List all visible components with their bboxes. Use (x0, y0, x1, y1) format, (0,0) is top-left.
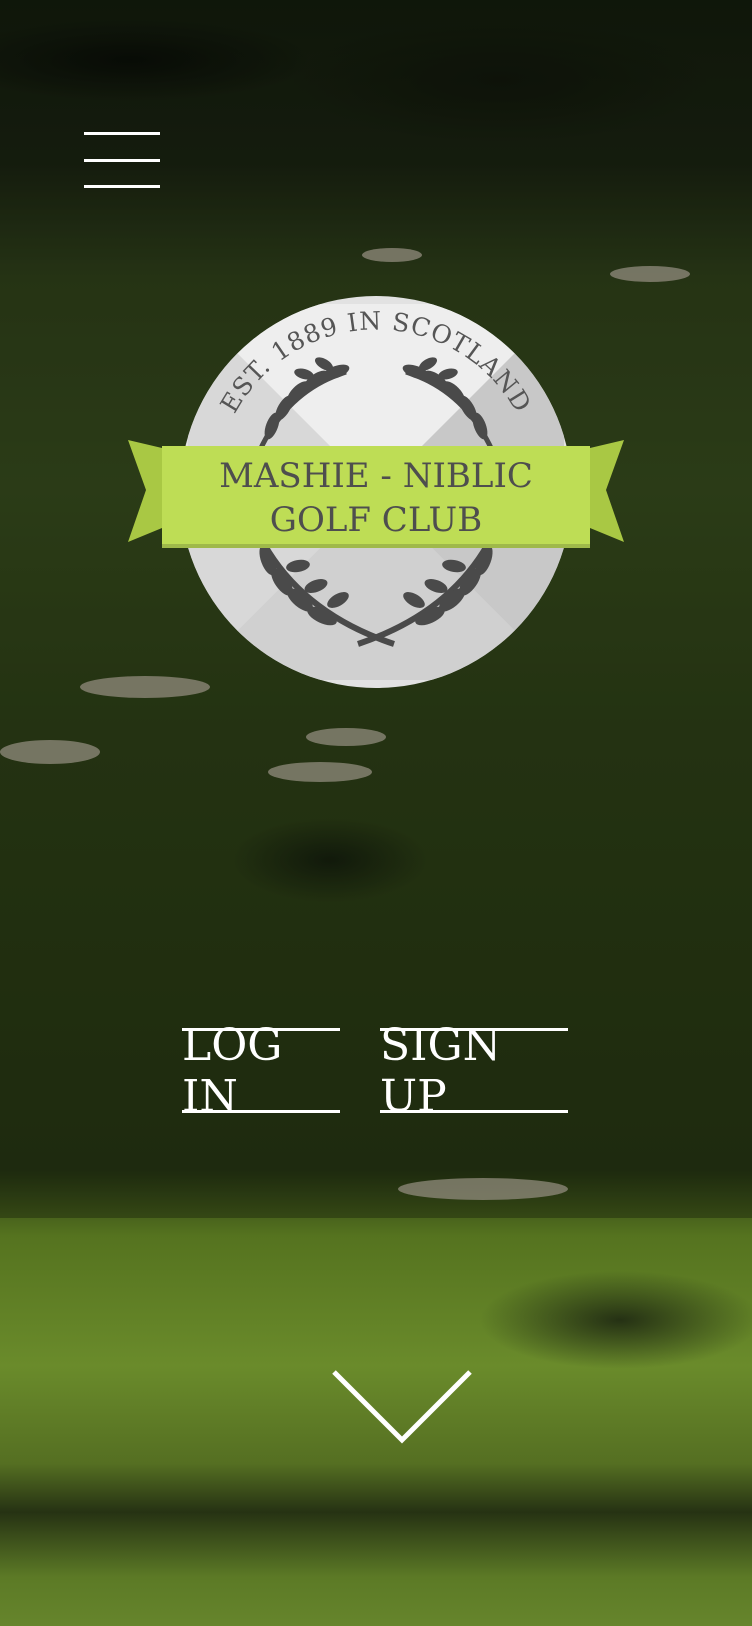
menu-line (84, 158, 160, 162)
signup-button[interactable]: SIGN UP (380, 1020, 568, 1122)
club-name-line2: GOLF CLUB (269, 500, 483, 540)
club-name: MASHIE - NIBLIC GOLF CLUB (162, 454, 590, 542)
chevron-down-icon[interactable] (330, 1368, 474, 1446)
menu-line (84, 132, 160, 135)
club-logo-badge: EST. 1889 IN SCOTLAND MASHIE - NIBLIC GO… (128, 294, 624, 694)
club-name-line1: MASHIE - NIBLIC (219, 456, 533, 496)
menu-line (84, 185, 160, 188)
hamburger-menu-icon[interactable] (84, 132, 160, 188)
login-button[interactable]: LOG IN (182, 1020, 340, 1122)
